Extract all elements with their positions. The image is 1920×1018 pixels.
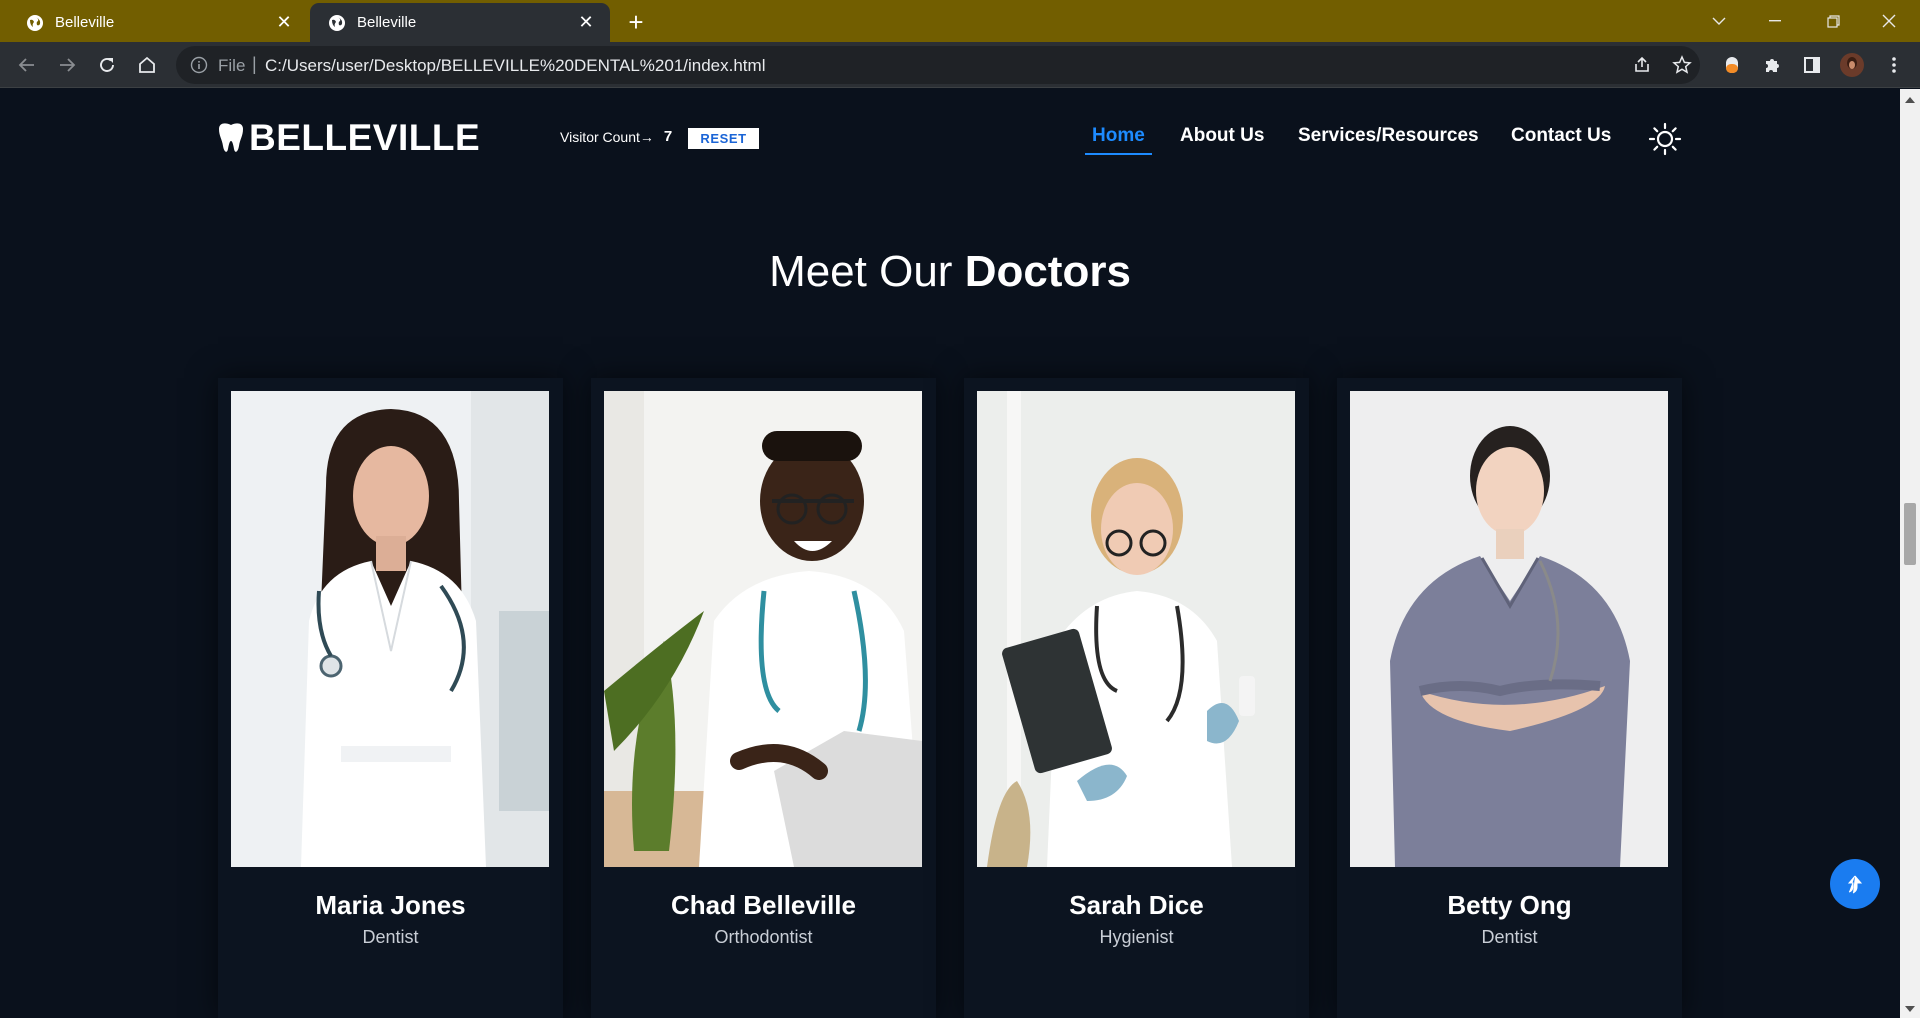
browser-toolbar: File | C:/Users/user/Desktop/BELLEVILLE%… xyxy=(0,42,1920,88)
doctor-name: Maria Jones xyxy=(315,890,466,920)
doctor-name: Sarah Dice xyxy=(1069,890,1204,920)
visitor-counter: Visitor Count→ 7 xyxy=(560,128,672,145)
page-viewport: BELLEVILLE Visitor Count→ 7 RESET Home A… xyxy=(0,89,1900,1018)
home-icon[interactable] xyxy=(132,50,162,80)
info-icon[interactable] xyxy=(190,56,208,74)
logo-text: BELLEVILLE xyxy=(249,117,481,158)
scrollbar-thumb[interactable] xyxy=(1904,503,1916,565)
visitor-label: Visitor Count→ xyxy=(560,128,654,145)
restore-icon[interactable] xyxy=(1810,4,1856,38)
doctor-role: Hygienist xyxy=(1099,927,1174,947)
browser-tab-2[interactable]: Belleville ✕ xyxy=(310,3,610,42)
doctor-card[interactable]: Sarah Dice Hygienist xyxy=(964,378,1309,1018)
doctor-photo xyxy=(1350,391,1668,867)
extensions-icon[interactable] xyxy=(1758,51,1786,79)
doctor-card[interactable]: Maria Jones Dentist xyxy=(218,378,563,1018)
globe-icon xyxy=(329,15,345,31)
doctor-card[interactable]: Chad Belleville Orthodontist xyxy=(591,378,936,1018)
sun-icon[interactable] xyxy=(1648,122,1682,156)
reload-icon[interactable] xyxy=(92,50,122,80)
doctor-name: Chad Belleville xyxy=(671,890,856,920)
scroll-to-top-button[interactable] xyxy=(1830,859,1880,909)
page-scrollbar[interactable] xyxy=(1900,89,1920,1018)
doctor-role: Orthodontist xyxy=(714,927,813,947)
profile-icon[interactable] xyxy=(1838,51,1866,79)
doctor-name: Betty Ong xyxy=(1447,890,1572,920)
nav-home[interactable]: Home xyxy=(1092,125,1145,147)
section-title: Meet Our Doctors xyxy=(0,247,1900,297)
nav-about-us[interactable]: About Us xyxy=(1180,125,1264,147)
scroll-down-arrow[interactable] xyxy=(1905,1006,1915,1012)
tooth-icon xyxy=(219,123,243,152)
menu-icon[interactable] xyxy=(1880,51,1908,79)
minimize-icon[interactable] xyxy=(1752,4,1798,38)
back-icon[interactable] xyxy=(12,50,42,80)
address-bar[interactable]: File | C:/Users/user/Desktop/BELLEVILLE%… xyxy=(176,46,1700,84)
browser-tabstrip: Belleville ✕ Belleville ✕ + xyxy=(0,0,1920,42)
address-separator: | xyxy=(252,54,257,74)
site-logo[interactable]: BELLEVILLE xyxy=(216,117,480,159)
reset-button[interactable]: RESET xyxy=(688,128,759,149)
globe-icon xyxy=(27,15,43,31)
plus-icon[interactable]: + xyxy=(622,7,650,37)
share-icon[interactable] xyxy=(1628,51,1656,79)
address-scheme-label: File xyxy=(218,56,246,75)
arrow-up-icon xyxy=(1847,875,1863,894)
extension-badge-icon[interactable] xyxy=(1718,51,1746,79)
section-title-bold: Doctors xyxy=(964,247,1131,296)
tab-search-icon[interactable] xyxy=(1696,4,1742,38)
close-window-icon[interactable] xyxy=(1866,4,1912,38)
doctor-card[interactable]: Betty Ong Dentist xyxy=(1337,378,1682,1018)
nav-active-underline xyxy=(1085,153,1152,155)
tab-title: Belleville xyxy=(55,14,115,31)
sidebar-icon[interactable] xyxy=(1798,51,1826,79)
doctor-role: Dentist xyxy=(362,927,419,947)
nav-contact-us[interactable]: Contact Us xyxy=(1511,125,1611,147)
nav-services-resources[interactable]: Services/Resources xyxy=(1298,125,1479,147)
section-title-light: Meet Our xyxy=(769,247,953,296)
close-icon[interactable]: ✕ xyxy=(576,12,596,32)
scroll-up-arrow[interactable] xyxy=(1905,97,1915,103)
visitor-count: 7 xyxy=(663,128,673,145)
doctor-role: Dentist xyxy=(1481,927,1538,947)
tab-title: Belleville xyxy=(357,14,417,31)
close-icon[interactable]: ✕ xyxy=(274,12,294,32)
doctor-photo xyxy=(231,391,549,867)
doctor-photo xyxy=(977,391,1295,867)
forward-icon[interactable] xyxy=(52,50,82,80)
star-icon[interactable] xyxy=(1668,51,1696,79)
doctor-photo xyxy=(604,391,922,867)
browser-tab-1[interactable]: Belleville ✕ xyxy=(8,3,308,42)
site-header: BELLEVILLE Visitor Count→ 7 RESET Home A… xyxy=(0,89,1900,189)
address-url[interactable]: C:/Users/user/Desktop/BELLEVILLE%20DENTA… xyxy=(265,56,765,76)
